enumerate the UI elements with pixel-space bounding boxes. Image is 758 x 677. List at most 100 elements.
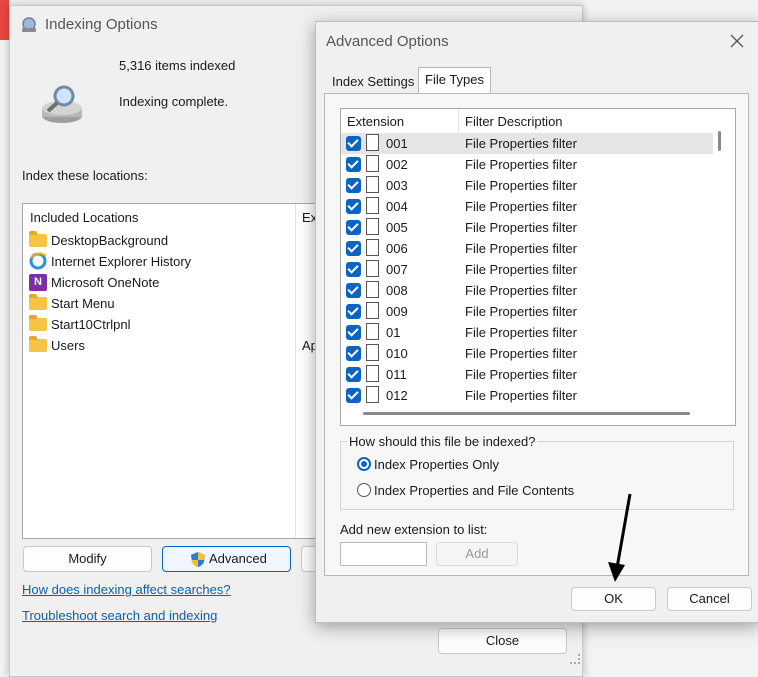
- troubleshoot-link[interactable]: Troubleshoot search and indexing: [22, 608, 217, 623]
- filter-description-cell: File Properties filter: [465, 136, 577, 151]
- uac-shield-icon: [191, 552, 205, 567]
- filter-description-cell: File Properties filter: [465, 283, 577, 298]
- location-item[interactable]: N Microsoft OneNote: [29, 272, 159, 292]
- ie-icon: [29, 252, 47, 270]
- horizontal-scrollbar-thumb[interactable]: [363, 412, 690, 415]
- location-name: Start10Ctrlpnl: [51, 316, 131, 332]
- file-type-row[interactable]: 007 File Properties filter: [341, 259, 713, 280]
- column-divider: [295, 204, 296, 538]
- tab-index-settings[interactable]: Index Settings: [326, 70, 420, 94]
- location-name: Start Menu: [51, 295, 115, 311]
- filter-description-cell: File Properties filter: [465, 304, 577, 319]
- filter-description-cell: File Properties filter: [465, 367, 577, 382]
- col-header-included[interactable]: Included Locations: [30, 210, 138, 225]
- index-method-group: [340, 441, 734, 510]
- location-item[interactable]: Internet Explorer History: [29, 251, 191, 271]
- indexing-status: Indexing complete.: [119, 94, 229, 109]
- row-checkbox[interactable]: [346, 241, 361, 256]
- file-type-row[interactable]: 012 File Properties filter: [341, 385, 713, 406]
- index-locations-label: Index these locations:: [22, 168, 148, 183]
- file-type-row[interactable]: 001 File Properties filter: [341, 133, 713, 154]
- file-type-row[interactable]: 011 File Properties filter: [341, 364, 713, 385]
- file-icon: [366, 302, 379, 319]
- indexing-drive-icon: [42, 85, 82, 123]
- cancel-button[interactable]: Cancel: [667, 587, 752, 611]
- tab-file-types[interactable]: File Types: [418, 67, 492, 94]
- extension-cell: 002: [386, 157, 408, 172]
- add-extension-input[interactable]: [340, 542, 427, 566]
- extension-cell: 007: [386, 262, 408, 277]
- row-checkbox[interactable]: [346, 346, 361, 361]
- row-checkbox[interactable]: [346, 283, 361, 298]
- radio-properties-and-contents[interactable]: [357, 483, 371, 497]
- location-item[interactable]: Start Menu: [29, 293, 115, 313]
- row-checkbox[interactable]: [346, 325, 361, 340]
- how-indexing-affects-link[interactable]: How does indexing affect searches?: [22, 582, 231, 597]
- extension-cell: 003: [386, 178, 408, 193]
- folder-icon: [29, 230, 47, 247]
- extension-cell: 008: [386, 283, 408, 298]
- modify-button[interactable]: Modify: [23, 546, 152, 572]
- folder-icon: [29, 335, 47, 352]
- close-button[interactable]: Close: [438, 628, 567, 654]
- file-type-row[interactable]: 009 File Properties filter: [341, 301, 713, 322]
- filter-description-cell: File Properties filter: [465, 262, 577, 277]
- col-header-extension[interactable]: Extension: [347, 114, 404, 129]
- location-name: Microsoft OneNote: [51, 274, 160, 290]
- add-extension-label: Add new extension to list:: [340, 522, 488, 537]
- ok-button[interactable]: OK: [571, 587, 656, 611]
- advanced-button-label: Advanced: [209, 551, 267, 566]
- radio-properties-and-contents-label[interactable]: Index Properties and File Contents: [374, 483, 574, 498]
- col-header-filter[interactable]: Filter Description: [465, 114, 563, 129]
- advanced-button[interactable]: Advanced: [162, 546, 291, 572]
- location-item[interactable]: Start10Ctrlpnl: [29, 314, 130, 334]
- extension-cell: 005: [386, 220, 408, 235]
- file-type-row[interactable]: 01 File Properties filter: [341, 322, 713, 343]
- index-method-label: How should this file be indexed?: [347, 434, 538, 449]
- file-types-list[interactable]: Extension Filter Description 001 File Pro…: [340, 108, 736, 426]
- location-name: Users: [51, 337, 85, 353]
- radio-properties-only[interactable]: [357, 457, 371, 471]
- file-icon: [366, 176, 379, 193]
- add-button[interactable]: Add: [436, 542, 518, 566]
- row-checkbox[interactable]: [346, 220, 361, 235]
- column-divider: [458, 109, 459, 133]
- row-checkbox[interactable]: [346, 367, 361, 382]
- row-checkbox[interactable]: [346, 136, 361, 151]
- file-icon: [366, 323, 379, 340]
- file-type-row[interactable]: 006 File Properties filter: [341, 238, 713, 259]
- filter-description-cell: File Properties filter: [465, 388, 577, 403]
- row-checkbox[interactable]: [346, 262, 361, 277]
- file-icon: [366, 134, 379, 151]
- file-icon: [366, 239, 379, 256]
- filter-description-cell: File Properties filter: [465, 157, 577, 172]
- row-checkbox[interactable]: [346, 199, 361, 214]
- file-type-row[interactable]: 003 File Properties filter: [341, 175, 713, 196]
- row-checkbox[interactable]: [346, 304, 361, 319]
- row-checkbox[interactable]: [346, 178, 361, 193]
- filter-description-cell: File Properties filter: [465, 241, 577, 256]
- file-icon: [366, 155, 379, 172]
- advanced-dialog-title: Advanced Options: [326, 33, 449, 50]
- file-type-row[interactable]: 004 File Properties filter: [341, 196, 713, 217]
- close-icon[interactable]: [730, 34, 744, 48]
- location-item[interactable]: DesktopBackground: [29, 230, 168, 250]
- vertical-scrollbar-thumb[interactable]: [718, 131, 721, 151]
- indexing-options-icon: [22, 17, 36, 32]
- locations-list[interactable]: Included Locations Ex DesktopBackground …: [22, 203, 320, 539]
- file-type-row[interactable]: 010 File Properties filter: [341, 343, 713, 364]
- extension-cell: 009: [386, 304, 408, 319]
- file-type-row[interactable]: 005 File Properties filter: [341, 217, 713, 238]
- file-icon: [366, 218, 379, 235]
- background-app-strip: [0, 0, 9, 40]
- file-type-row[interactable]: 002 File Properties filter: [341, 154, 713, 175]
- items-indexed-count: 5,316 items indexed: [119, 58, 236, 73]
- location-item[interactable]: Users: [29, 335, 85, 355]
- row-checkbox[interactable]: [346, 157, 361, 172]
- file-icon: [366, 260, 379, 277]
- row-checkbox[interactable]: [346, 388, 361, 403]
- extension-cell: 001: [386, 136, 408, 151]
- file-type-row[interactable]: 008 File Properties filter: [341, 280, 713, 301]
- radio-properties-only-label[interactable]: Index Properties Only: [374, 457, 499, 472]
- extension-cell: 012: [386, 388, 408, 403]
